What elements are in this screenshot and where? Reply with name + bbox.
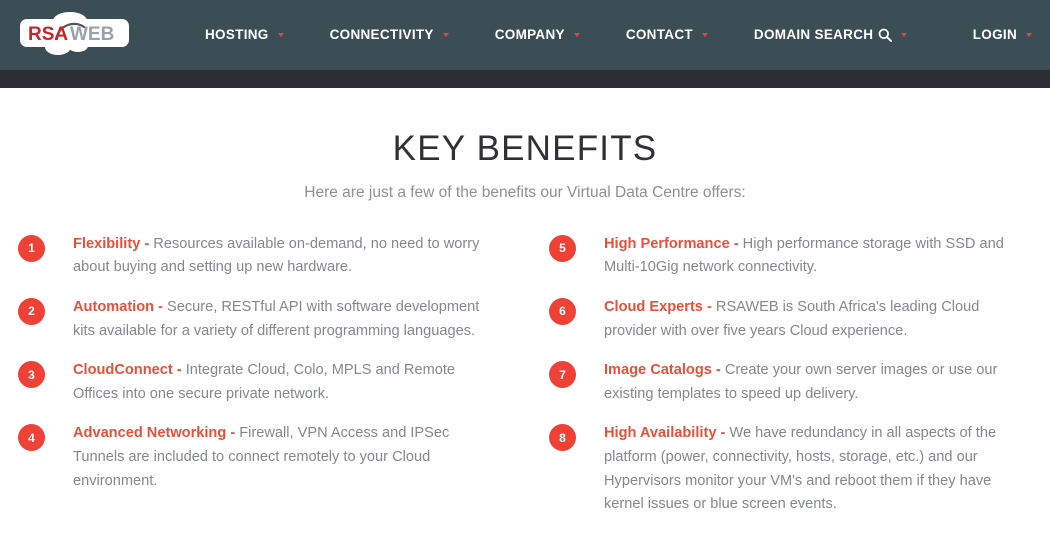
nav-item-label: COMPANY xyxy=(494,27,565,43)
login-label: LOGIN xyxy=(972,27,1017,43)
benefit-number-badge: 3 xyxy=(18,361,45,389)
benefits-column-right: 5 High Performance - High performance st… xyxy=(549,233,1019,533)
benefit-number-badge: 6 xyxy=(549,297,576,325)
chevron-down-icon xyxy=(901,33,908,37)
benefit-title: Flexibility - xyxy=(73,235,150,252)
search-icon xyxy=(878,28,893,45)
nav-item-domain-search[interactable]: DOMAIN SEARCH xyxy=(753,27,908,45)
benefit-title: CloudConnect - xyxy=(73,362,182,379)
benefit-item: 1 Flexibility - Resources available on-d… xyxy=(18,233,488,280)
svg-text:RSA: RSA xyxy=(28,24,68,45)
chevron-down-icon xyxy=(701,33,708,37)
header-sub-band xyxy=(0,70,1050,88)
benefit-item: 6 Cloud Experts - RSAWEB is South Africa… xyxy=(549,296,1019,343)
benefit-item: 2 Automation - Secure, RESTful API with … xyxy=(18,296,488,343)
benefit-body: High Availability - We have redundancy i… xyxy=(604,422,1019,517)
nav-item-contact[interactable]: CONTACT xyxy=(626,28,708,42)
login-area: LOGIN xyxy=(973,0,1032,70)
site-header: RSA WEB HOSTING CONNECTIVITY COMPANY CON… xyxy=(0,0,1050,70)
chevron-down-icon xyxy=(442,33,449,37)
benefit-number-badge: 2 xyxy=(18,297,45,325)
benefit-item: 4 Advanced Networking - Firewall, VPN Ac… xyxy=(18,422,488,493)
benefit-item: 3 CloudConnect - Integrate Cloud, Colo, … xyxy=(18,359,488,406)
nav-item-label: CONNECTIVITY xyxy=(329,27,434,43)
benefit-title: High Performance - xyxy=(604,235,739,252)
main-navigation: HOSTING CONNECTIVITY COMPANY CONTACT DOM… xyxy=(205,0,908,70)
main-content: KEY BENEFITS Here are just a few of the … xyxy=(0,88,1050,512)
page-subtitle: Here are just a few of the benefits our … xyxy=(304,183,746,201)
benefit-number-badge: 8 xyxy=(549,424,576,452)
benefit-body: Advanced Networking - Firewall, VPN Acce… xyxy=(73,422,488,493)
benefit-item: 5 High Performance - High performance st… xyxy=(549,233,1019,280)
benefit-body: Image Catalogs - Create your own server … xyxy=(604,359,1019,406)
rsaweb-logo[interactable]: RSA WEB xyxy=(18,11,131,55)
benefit-title: Advanced Networking - xyxy=(73,425,236,442)
nav-item-company[interactable]: COMPANY xyxy=(495,28,580,42)
nav-item-label: DOMAIN SEARCH xyxy=(753,27,874,43)
benefit-body: Automation - Secure, RESTful API with so… xyxy=(73,296,488,343)
chevron-down-icon xyxy=(1026,33,1032,37)
benefit-title: High Availability - xyxy=(604,425,726,442)
nav-item-hosting[interactable]: HOSTING xyxy=(205,28,284,42)
benefit-item: 7 Image Catalogs - Create your own serve… xyxy=(549,359,1019,406)
benefit-body: Cloud Experts - RSAWEB is South Africa's… xyxy=(604,296,1019,343)
benefit-title: Automation - xyxy=(73,298,163,315)
chevron-down-icon xyxy=(277,33,284,37)
benefit-title: Image Catalogs - xyxy=(604,362,721,379)
benefit-body: CloudConnect - Integrate Cloud, Colo, MP… xyxy=(73,359,488,406)
benefit-number-badge: 1 xyxy=(18,234,45,262)
svg-text:WEB: WEB xyxy=(70,24,114,45)
benefits-column-left: 1 Flexibility - Resources available on-d… xyxy=(18,233,488,510)
benefit-number-badge: 5 xyxy=(549,234,576,262)
benefit-body: High Performance - High performance stor… xyxy=(604,233,1019,280)
page-title: KEY BENEFITS xyxy=(392,129,658,168)
benefit-body: Flexibility - Resources available on-dem… xyxy=(73,233,488,280)
nav-item-login[interactable]: LOGIN xyxy=(973,28,1032,42)
chevron-down-icon xyxy=(573,33,580,37)
benefit-number-badge: 4 xyxy=(18,424,45,452)
benefit-item: 8 High Availability - We have redundancy… xyxy=(549,422,1019,517)
nav-item-connectivity[interactable]: CONNECTIVITY xyxy=(330,28,449,42)
nav-item-label: HOSTING xyxy=(205,27,269,43)
rsaweb-logo-icon: RSA WEB xyxy=(20,12,129,55)
nav-item-label: CONTACT xyxy=(625,27,693,43)
benefit-title: Cloud Experts - xyxy=(604,298,712,315)
benefit-number-badge: 7 xyxy=(549,361,576,389)
